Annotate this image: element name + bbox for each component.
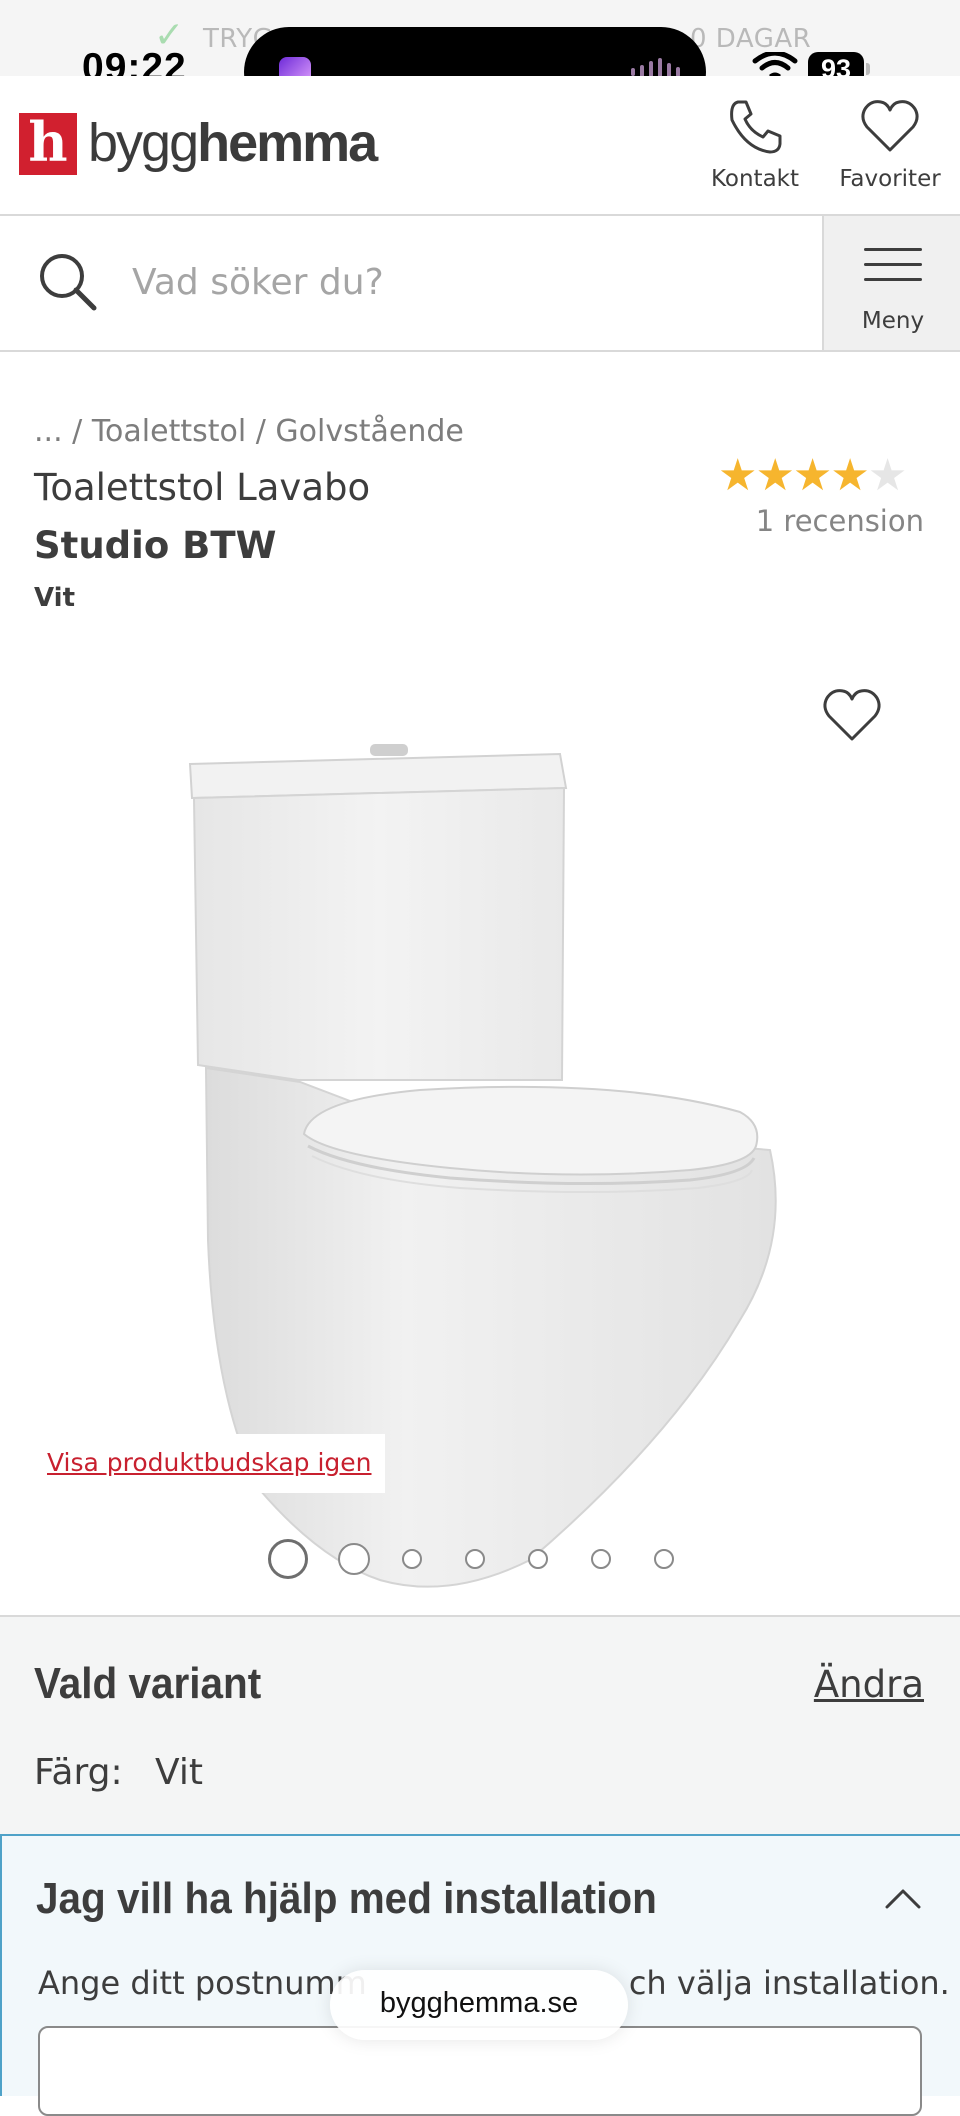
phone-icon	[730, 100, 782, 154]
contact-button[interactable]: Kontakt	[700, 96, 810, 192]
installation-description-start: Ange ditt postnumm	[38, 1964, 367, 2002]
review-count-link[interactable]: 1 recension	[756, 504, 924, 538]
installation-title[interactable]: Jag vill ha hjälp med installation	[36, 1874, 657, 1924]
variant-title: Vald variant	[34, 1659, 262, 1708]
menu-button[interactable]: Meny	[822, 216, 960, 350]
star-filled-icon: ★	[755, 450, 794, 501]
product-gallery[interactable]: Visa produktbudskap igen	[0, 630, 960, 1615]
breadcrumb: ... / Toalettstol / Golvstående	[34, 414, 464, 449]
chevron-up-icon[interactable]	[884, 1886, 922, 1910]
logo-wordmark[interactable]: bygghemma	[88, 112, 378, 174]
logo-wordmark-light: bygg	[88, 113, 199, 173]
breadcrumb-level-2[interactable]: Golvstående	[275, 414, 463, 449]
show-product-message-link[interactable]: Visa produktbudskap igen	[34, 1434, 385, 1493]
product-name: Toalettstol Lavabo	[34, 466, 371, 509]
gallery-dot[interactable]	[591, 1549, 611, 1569]
search-icon[interactable]	[36, 250, 102, 316]
promo-text-right: 0 DAGAR	[690, 24, 812, 54]
product-color: Vit	[34, 583, 76, 613]
breadcrumb-separator: /	[255, 414, 266, 449]
installation-panel: Jag vill ha hjälp med installation Ange …	[0, 1834, 960, 2116]
installation-description-end: ch välja installation.	[628, 1964, 950, 2002]
breadcrumb-level-1[interactable]: Toalettstol	[92, 414, 246, 449]
favorites-label: Favoriter	[839, 166, 941, 192]
gallery-dot[interactable]	[338, 1543, 370, 1575]
search-input[interactable]	[130, 246, 814, 318]
variant-color-value: Vit	[155, 1752, 203, 1793]
rating-stars[interactable]: ★★★★★	[718, 454, 907, 498]
favorites-button[interactable]: Favoriter	[835, 96, 945, 192]
gallery-dot[interactable]	[654, 1549, 674, 1569]
star-filled-icon: ★	[830, 450, 869, 501]
gallery-dot-active[interactable]	[268, 1539, 308, 1579]
variant-color-label: Färg:	[34, 1752, 123, 1793]
star-empty-icon: ★	[867, 450, 907, 501]
gallery-dot[interactable]	[528, 1549, 548, 1569]
product-image	[188, 744, 777, 1588]
change-variant-link[interactable]: Ändra	[814, 1663, 924, 1706]
star-filled-icon: ★	[792, 450, 832, 501]
browser-url-bar[interactable]: bygghemma.se	[330, 1970, 628, 2040]
star-filled-icon: ★	[718, 450, 757, 501]
favorite-heart-icon[interactable]	[820, 686, 884, 746]
menu-label: Meny	[861, 308, 925, 334]
logo-mark[interactable]: h	[19, 113, 77, 175]
gallery-pagination	[268, 1536, 717, 1582]
heart-icon	[861, 100, 919, 152]
logo-wordmark-bold: hemma	[197, 113, 378, 173]
site-header: h bygghemma Kontakt Favoriter	[0, 76, 960, 216]
breadcrumb-ellipsis[interactable]: ...	[34, 414, 63, 449]
breadcrumb-separator: /	[72, 414, 83, 449]
contact-label: Kontakt	[710, 166, 800, 192]
product-brand[interactable]: Studio BTW	[34, 524, 276, 567]
selected-variant-section: Vald variant Ändra Färg: Vit	[0, 1615, 960, 1837]
hamburger-icon	[864, 248, 922, 293]
battery-tip	[866, 63, 870, 75]
gallery-dot[interactable]	[402, 1549, 422, 1569]
search-bar: Meny	[0, 216, 960, 352]
gallery-dot[interactable]	[465, 1549, 485, 1569]
